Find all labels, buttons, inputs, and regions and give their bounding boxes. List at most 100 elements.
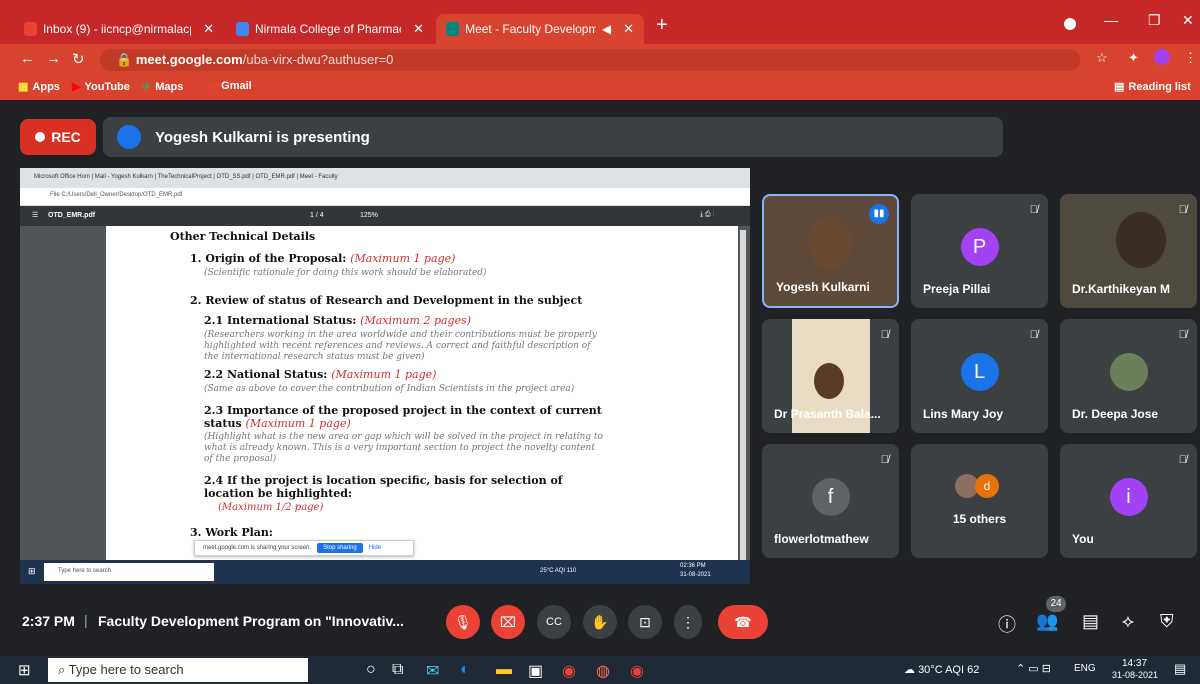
back-icon[interactable]: ←	[20, 50, 35, 67]
avatar: i	[1109, 478, 1148, 516]
tile-flowerlot[interactable]: 🎙̸ f flowerlotmathew	[762, 444, 899, 558]
chrome-icon[interactable]: ◉	[562, 661, 576, 681]
url-input[interactable]: 🔒 meet.google.com/uba-virx-dwu?authuser=…	[100, 49, 1080, 71]
bookmark-apps[interactable]: ▦ Apps	[18, 80, 60, 94]
avatar: f	[811, 478, 850, 516]
shared-browser-tabs: Microsoft Office Hom | Mail - Yogesh Kul…	[20, 168, 750, 188]
bookmark-gmail[interactable]: M Gmail	[208, 80, 252, 92]
activities-icon[interactable]: ⟡	[1122, 611, 1134, 632]
section-desc: (Highlight what is the new area or gap w…	[204, 432, 603, 464]
weather-widget[interactable]: ☁ 30°C AQI 62	[904, 663, 979, 676]
taskbar-search-input[interactable]: ⌕ Type here to search	[48, 658, 308, 682]
notification-icon[interactable]: ▤	[1174, 661, 1186, 677]
bookmark-maps[interactable]: ✈ Maps	[142, 80, 183, 94]
store-icon[interactable]: ▣	[528, 661, 543, 681]
section-national: 2.2 National Status: (Maximum 1 page)	[204, 368, 436, 381]
info-icon[interactable]: ⓘ	[998, 611, 1016, 637]
participant-video	[808, 216, 852, 270]
bookmarks-bar: ▦ Apps ▶ YouTube ✈ Maps M Gmail ▤ Reading lis…	[0, 74, 1200, 100]
tile-others[interactable]: d 15 others	[911, 444, 1048, 558]
mic-off-icon: 🎙̸	[1178, 329, 1187, 341]
section-note: (Maximum 2 pages)	[360, 314, 472, 327]
shared-tabs-text: Microsoft Office Hom | Mail - Yogesh Kul…	[34, 174, 338, 180]
others-count: 15 others	[952, 512, 1007, 526]
participant-count-badge: 24	[1046, 596, 1066, 612]
forward-icon[interactable]: →	[46, 50, 61, 67]
windows-taskbar: ⊞ ⌕ Type here to search ○ ⧉ ✉ ◐ ▬ ▣ ◉ ◍ …	[0, 656, 1200, 684]
tile-prasanth[interactable]: 🎙̸ Dr Prasanth Bala...	[762, 319, 899, 433]
raise-hand-button[interactable]: ✋	[583, 605, 617, 639]
people-icon[interactable]: 👥	[1036, 611, 1058, 632]
youtube-icon: ▶	[72, 81, 81, 93]
edge-icon[interactable]: ◐	[460, 661, 470, 679]
tray-icons[interactable]: ⌃ ▭ ⊟	[1016, 662, 1051, 675]
recording-badge: REC	[20, 119, 96, 155]
tile-karthikeyan[interactable]: 🎙̸ Dr.Karthikeyan M	[1060, 194, 1197, 308]
participant-name: Dr.Karthikeyan M	[1072, 282, 1171, 296]
cloud-icon: ☁	[904, 664, 919, 676]
star-icon[interactable]: ☆	[1096, 50, 1108, 66]
participant-name: Dr. Deepa Jose	[1072, 407, 1159, 421]
close-tab-icon[interactable]: ✕	[203, 21, 214, 37]
minimize-icon[interactable]: —	[1104, 12, 1118, 28]
tile-preeja[interactable]: 🎙̸ P Preeja Pillai	[911, 194, 1048, 308]
section-note: (Maximum 1 page)	[245, 417, 351, 430]
reading-list-label: Reading list	[1128, 80, 1191, 93]
reading-list[interactable]: ▤ Reading list	[1114, 80, 1191, 94]
participant-name: Dr Prasanth Bala...	[774, 407, 881, 421]
shared-search: Type here to search	[44, 563, 214, 581]
participant-name: Preeja Pillai	[923, 282, 991, 296]
tile-you[interactable]: 🎙̸ i You	[1060, 444, 1197, 558]
tab-meet[interactable]: Meet - Faculty Development ◀ ✕	[436, 14, 644, 44]
mic-toggle-button[interactable]: 🎙	[446, 605, 480, 639]
new-tab-button[interactable]: +	[656, 14, 668, 37]
section-location: 2.4 If the project is location specific,…	[204, 474, 563, 500]
record-dot-icon	[35, 132, 46, 142]
present-button[interactable]: ⊡	[628, 605, 662, 639]
section-note: (Maximum 1 page)	[350, 252, 456, 265]
camera-toggle-button[interactable]: ⌧	[491, 605, 525, 639]
chat-icon[interactable]: ▤	[1082, 611, 1099, 632]
mic-off-icon: 🎙	[454, 613, 472, 630]
more-options-button[interactable]: ⋮	[674, 605, 702, 639]
maximize-icon[interactable]: ❐	[1148, 12, 1161, 29]
mail-app-icon[interactable]: ✉	[426, 661, 439, 681]
tab-gmail[interactable]: Inbox (9) - iicncp@nirmalacp.org ✕	[14, 14, 224, 44]
taskbar-clock[interactable]: 14:37	[1122, 658, 1147, 669]
file-explorer-icon[interactable]: ▬	[496, 661, 512, 679]
close-tab-icon[interactable]: ✕	[623, 21, 634, 37]
speaking-icon: ▮▮	[869, 204, 889, 224]
close-window-icon[interactable]: ✕	[1182, 12, 1194, 29]
task-view-icon[interactable]: ⧉	[392, 661, 403, 679]
leave-call-button[interactable]: ☎	[718, 605, 768, 639]
captions-button[interactable]: CC	[537, 605, 571, 639]
tile-yogesh[interactable]: ▮▮ Yogesh Kulkarni	[762, 194, 899, 308]
reload-icon[interactable]: ↻	[72, 50, 85, 68]
url-domain: meet.google.com	[135, 52, 243, 67]
tab-college[interactable]: Nirmala College of Pharmacy - C ✕	[226, 14, 434, 44]
avatar[interactable]	[1154, 49, 1170, 65]
chrome-app-icon[interactable]: ◉	[630, 661, 644, 681]
reading-list-icon: ▤	[1114, 81, 1125, 93]
shared-clock: 02:36 PM	[680, 563, 706, 569]
extensions-icon[interactable]: ✦	[1128, 50, 1139, 66]
tile-deepa[interactable]: 🎙̸ Dr. Deepa Jose	[1060, 319, 1197, 433]
tile-lins[interactable]: 🎙̸ L Lins Mary Joy	[911, 319, 1048, 433]
more-icon: ⋮	[681, 613, 695, 630]
participant-name: Yogesh Kulkarni	[776, 280, 870, 294]
section-international: 2.1 International Status: (Maximum 2 pag…	[204, 314, 471, 327]
cortana-icon[interactable]: ○	[366, 661, 376, 679]
firefox-icon[interactable]: ◍	[596, 661, 610, 681]
meeting-time: 2:37 PM	[22, 613, 75, 629]
shared-screen: Microsoft Office Hom | Mail - Yogesh Kul…	[20, 168, 750, 584]
host-controls-icon[interactable]: ⛨	[1160, 611, 1174, 632]
participant-name: You	[1072, 532, 1094, 546]
menu-icon[interactable]: ⋮	[1184, 50, 1197, 66]
separator: |	[84, 612, 88, 628]
taskbar-date[interactable]: 31-08-2021	[1112, 670, 1158, 680]
windows-start-icon[interactable]: ⊞	[18, 661, 31, 679]
profile-icon[interactable]	[1064, 18, 1076, 30]
bookmark-youtube[interactable]: ▶ YouTube	[72, 80, 130, 94]
language-indicator[interactable]: ENG	[1074, 663, 1096, 674]
close-tab-icon[interactable]: ✕	[413, 21, 424, 37]
